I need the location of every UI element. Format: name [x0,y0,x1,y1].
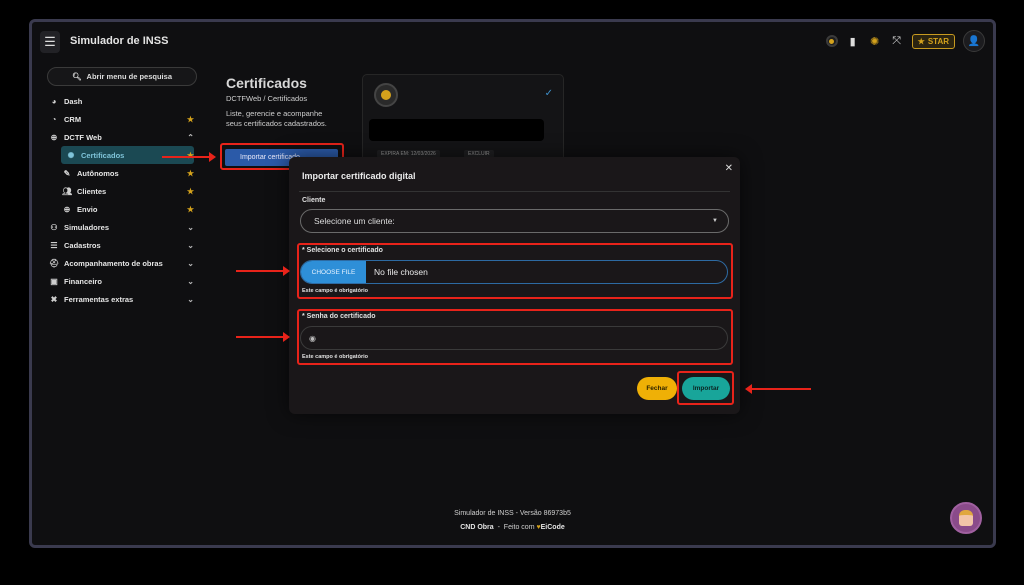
certificate-icon: ✺ [67,150,75,160]
sidebar-item-certificados[interactable]: ✺ Certificados ★ [61,146,194,164]
breadcrumb: DCTFWeb / Certificados [226,94,308,103]
sidebar-item-cadastros[interactable]: ☰ Cadastros ⌄ [49,236,194,254]
sidebar-item-envio[interactable]: ⊕ Envio ★ [49,200,194,218]
tools-icon: ✖ [50,294,58,304]
status-icon[interactable] [825,35,838,47]
chevron-down-icon: ⌄ [187,222,194,232]
sidebar-item-autonomos[interactable]: ✎ Autônomos ★ [49,164,194,182]
certificate-file-input[interactable]: CHOOSE FILE No file chosen [300,260,728,284]
globe-icon: ⊕ [63,204,71,214]
sidebar-item-crm[interactable]: ◔ CRM ★ [49,110,194,128]
eye-off-icon[interactable]: ◉ [309,334,316,343]
chevron-down-icon: ⌄ [187,240,194,250]
sidebar-nav: ◕ Dash ◔ CRM ★ ⊕ DCTF Web ⌃ ✺ Certificad… [49,92,194,308]
favorite-star-icon[interactable]: ★ [187,151,194,160]
topbar: ☰ Simulador de INSS ▮ ✺ ⤧ ★ STAR 👤 [32,22,993,62]
chevron-down-icon: ⌄ [187,294,194,304]
sidebar-item-simuladores[interactable]: ⚇ Simuladores ⌄ [49,218,194,236]
annotation-arrow [162,152,216,162]
dashboard-icon: ◕ [51,96,57,106]
required-message: Este campo é obrigatório [302,288,369,294]
caret-down-icon: ▼ [712,218,718,224]
annotation-arrow [236,266,290,276]
modal-title: Importar certificado digital [302,171,416,181]
page-description: Liste, gerencie e acompanhe seus certifi… [226,109,327,128]
certificate-badge-icon [374,83,398,107]
search-icon: 🔍︎ [72,72,82,81]
users-icon: 👥︎ [62,186,73,196]
certificate-name [369,119,544,141]
app-title: Simulador de INSS [70,35,169,47]
star-icon: ★ [917,36,925,46]
star-button[interactable]: ★ STAR [911,33,955,49]
highlight-box [677,371,734,405]
favorite-star-icon[interactable]: ★ [187,115,194,124]
favorite-star-icon[interactable]: ★ [187,169,194,178]
avatar[interactable] [950,502,982,534]
sidebar-item-ferramentas[interactable]: ✖ Ferramentas extras ⌄ [49,290,194,308]
gear-icon[interactable]: ✺ [868,35,882,48]
search-menu-button[interactable]: 🔍︎ Abrir menu de pesquisa [47,67,197,86]
simulator-icon: ⚇ [50,222,58,232]
document-icon[interactable]: ▮ [846,35,860,48]
menu-icon[interactable]: ☰ [40,31,60,53]
required-message: Este campo é obrigatório [302,354,369,360]
sidebar-item-clientes[interactable]: 👥︎ Clientes ★ [49,182,194,200]
sidebar-item-dash[interactable]: ◕ Dash [49,92,194,110]
top-icons: ▮ ✺ ⤧ ★ STAR 👤 [825,30,985,52]
certificate-file-label: * Selecione o certificado [302,247,383,254]
page-title: Certificados [226,75,307,91]
annotation-arrow [236,332,290,342]
chevron-down-icon: ⌄ [187,258,194,268]
sidebar-item-dctf-web[interactable]: ⊕ DCTF Web ⌃ [49,128,194,146]
client-select[interactable]: Selecione um cliente: ▼ [300,209,729,233]
client-label: Cliente [302,197,326,204]
close-button[interactable]: Fechar [637,377,677,400]
tools-icon: ✎ [63,168,71,178]
user-icon[interactable]: 👤 [963,30,985,52]
sidebar-item-acompanhamento[interactable]: ⛑ Acompanhamento de obras ⌄ [49,254,194,272]
list-icon: ☰ [50,240,58,250]
globe-icon: ⊕ [50,132,58,142]
sidebar-item-financeiro[interactable]: ▣ Financeiro ⌄ [49,272,194,290]
password-input[interactable]: ◉ [300,326,728,350]
crm-icon: ◔ [51,114,57,124]
chevron-down-icon: ⌄ [187,276,194,286]
fullscreen-icon[interactable]: ⤧ [890,35,904,48]
brand-link[interactable]: EiCode [541,524,565,531]
annotation-arrow [745,384,811,394]
footer-credits: CND Obra - Feito com ♥EiCode [460,524,565,531]
divider [299,191,730,192]
money-icon: ▣ [50,276,58,286]
choose-file-button[interactable]: CHOOSE FILE [301,261,366,283]
import-certificate-modal: Importar certificado digital ✕ Cliente S… [289,157,740,414]
close-icon[interactable]: ✕ [725,163,733,174]
favorite-star-icon[interactable]: ★ [187,187,194,196]
footer-version: Simulador de INSS - Versão 86973b5 [454,510,571,517]
helmet-icon: ⛑ [49,258,60,268]
app-window: ☰ Simulador de INSS ▮ ✺ ⤧ ★ STAR 👤 🔍︎ Ab… [29,19,996,548]
favorite-star-icon[interactable]: ★ [187,205,194,214]
chevron-up-icon: ⌃ [187,132,194,142]
file-status: No file chosen [374,267,428,277]
cnd-obra-link[interactable]: CND Obra [460,524,493,531]
verified-icon: ✓ [544,88,553,99]
password-label: * Senha do certificado [302,313,376,320]
